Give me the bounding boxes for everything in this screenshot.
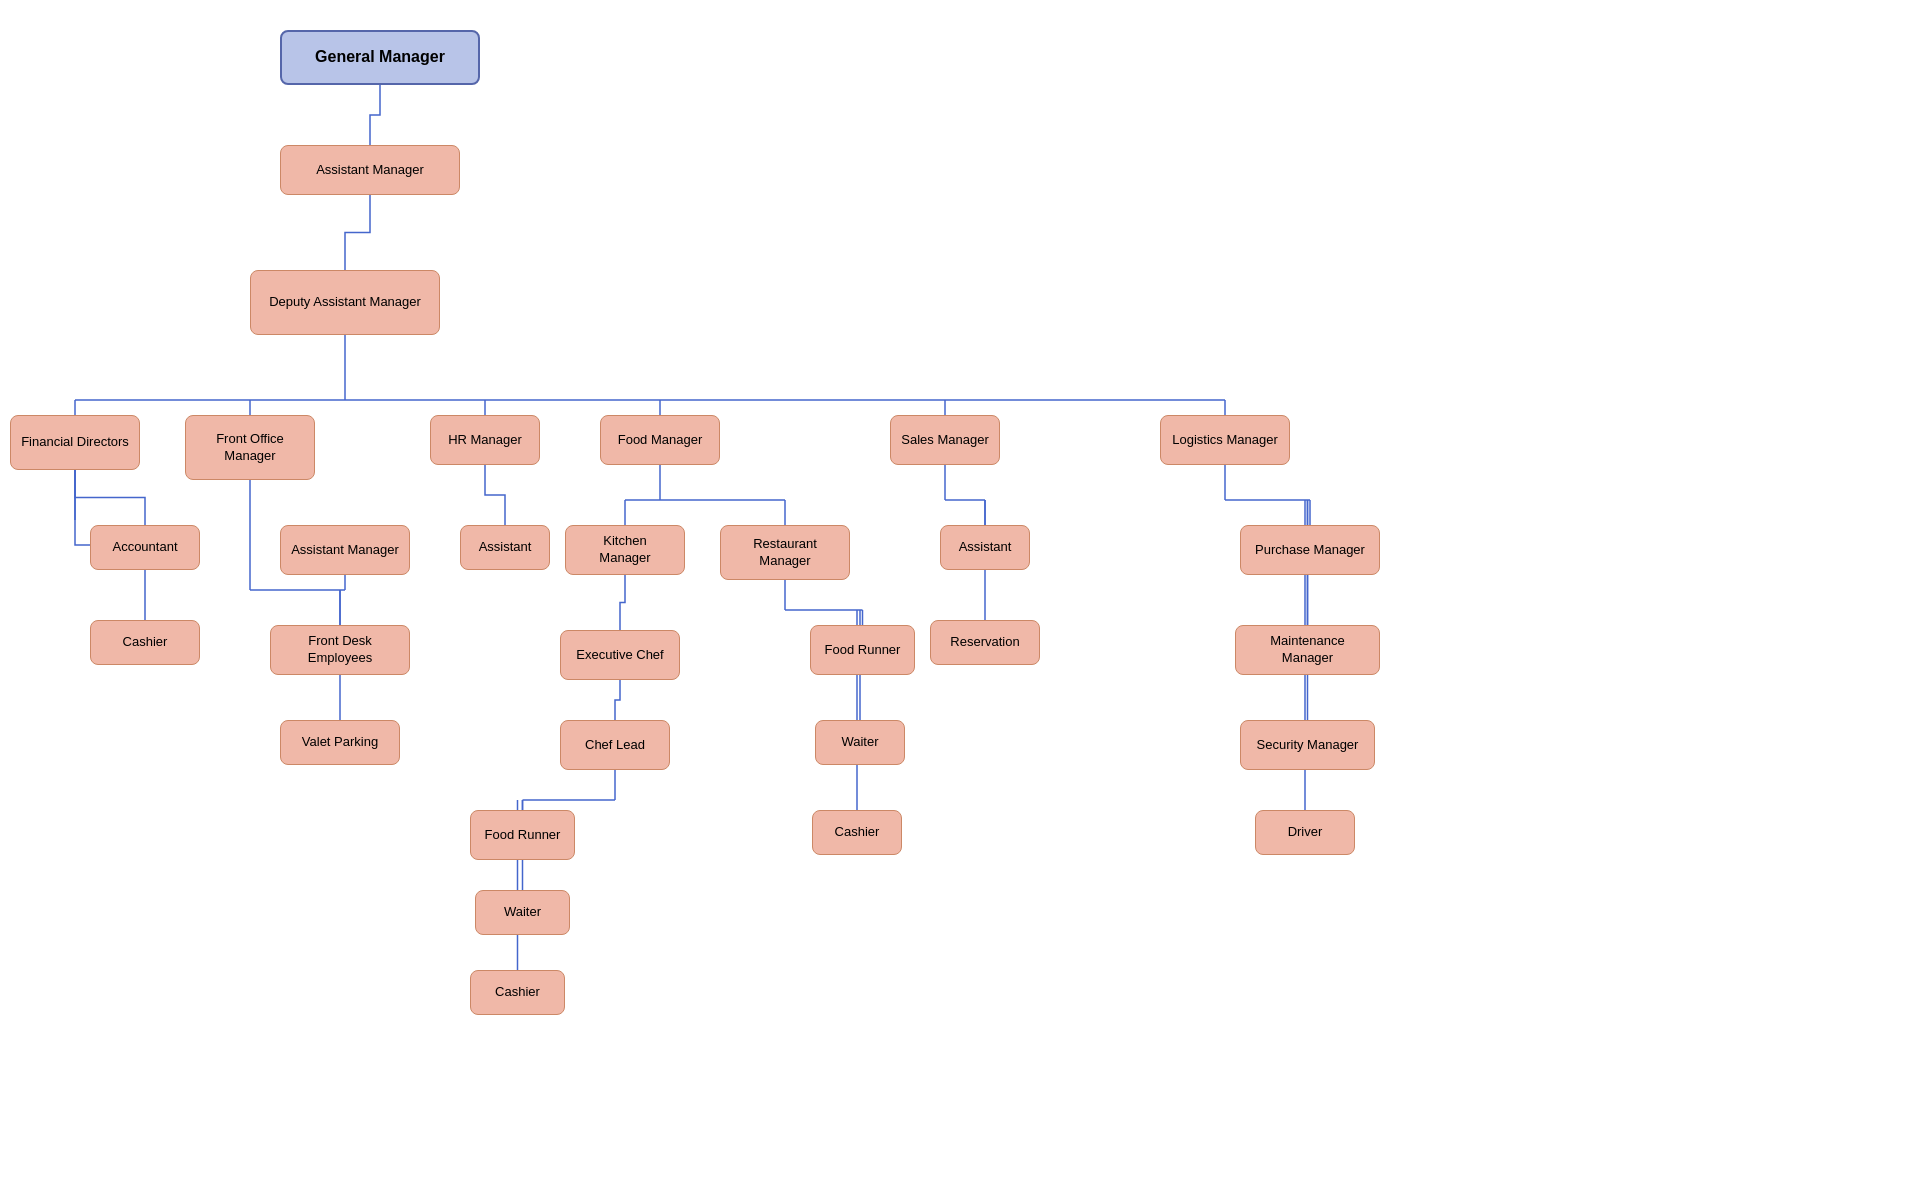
general_manager: General Manager [280,30,480,85]
financial_directors: Financial Directors [10,415,140,470]
cashier_fin: Cashier [90,620,200,665]
hr_manager: HR Manager [430,415,540,465]
org-chart: General Manager Assistant Manager Deputy A… [0,0,1928,1191]
deputy_assistant_manager: Deputy Assistant Manager [250,270,440,335]
driver: Driver [1255,810,1355,855]
valet_parking: Valet Parking [280,720,400,765]
asst_manager_fo: Assistant Manager [280,525,410,575]
executive_chef: Executive Chef [560,630,680,680]
waiter_kitchen: Waiter [475,890,570,935]
assistant_manager: Assistant Manager [280,145,460,195]
waiter_rest: Waiter [815,720,905,765]
cashier_kitchen: Cashier [470,970,565,1015]
food_runner_kitchen: Food Runner [470,810,575,860]
kitchen_manager: Kitchen Manager [565,525,685,575]
chef_lead: Chef Lead [560,720,670,770]
assistant_hr: Assistant [460,525,550,570]
sales_manager: Sales Manager [890,415,1000,465]
front_office_manager: Front Office Manager [185,415,315,480]
restaurant_manager: Restaurant Manager [720,525,850,580]
logistics_manager: Logistics Manager [1160,415,1290,465]
front_desk_emp: Front Desk Employees [270,625,410,675]
food_manager: Food Manager [600,415,720,465]
food_runner_rest: Food Runner [810,625,915,675]
security_manager: Security Manager [1240,720,1375,770]
cashier_rest: Cashier [812,810,902,855]
accountant: Accountant [90,525,200,570]
purchase_manager: Purchase Manager [1240,525,1380,575]
maintenance_manager: Maintenance Manager [1235,625,1380,675]
assistant_sales: Assistant [940,525,1030,570]
reservation: Reservation [930,620,1040,665]
